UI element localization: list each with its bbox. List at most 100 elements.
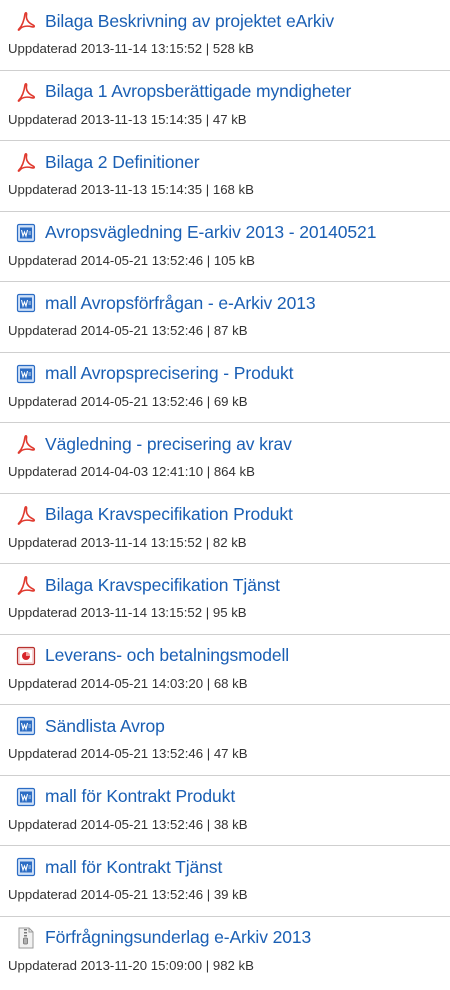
file-link[interactable]: Vägledning - precisering av krav [45, 434, 292, 455]
updated-prefix: Uppdaterad [8, 746, 77, 761]
meta-separator: | [206, 746, 211, 761]
zip-archive-icon[interactable] [15, 927, 37, 949]
updated-prefix: Uppdaterad [8, 464, 77, 479]
updated-prefix: Uppdaterad [8, 323, 77, 338]
file-size: 105 kB [213, 252, 255, 268]
file-link[interactable]: mall Avropsprecisering - Produkt [45, 363, 293, 384]
file-title-row: mall för Kontrakt Tjänst [4, 855, 450, 879]
meta-separator: | [206, 675, 211, 691]
file-link[interactable]: Bilaga Beskrivning av projektet eArkiv [45, 11, 334, 32]
pdf-icon[interactable] [15, 574, 37, 596]
pdf-icon[interactable] [15, 10, 37, 32]
file-meta: Uppdaterad 2014-05-21 13:52:46 | 87 kB [8, 323, 450, 338]
updated-timestamp: 2014-05-21 13:52:46 [80, 252, 204, 268]
file-size: 95 kB [212, 605, 247, 620]
pdf-icon[interactable] [15, 433, 37, 455]
word-doc-icon[interactable] [15, 292, 37, 314]
updated-prefix: Uppdaterad [8, 41, 77, 56]
file-size: 47 kB [212, 111, 247, 127]
file-title-row: Leverans- och betalningsmodell [4, 644, 450, 668]
file-meta: Uppdaterad 2014-05-21 13:52:46 | 105 kB [8, 253, 450, 268]
file-title-row: Sändlista Avrop [4, 714, 450, 738]
updated-prefix: Uppdaterad [8, 534, 77, 550]
file-meta: Uppdaterad 2014-05-21 13:52:46 | 38 kB [8, 817, 450, 832]
file-meta: Uppdaterad 2014-05-21 13:52:46 | 47 kB [8, 746, 450, 761]
meta-separator: | [205, 41, 210, 56]
updated-timestamp: 2013-11-14 13:15:52 [80, 41, 203, 56]
file-link[interactable]: Avropsvägledning E-arkiv 2013 - 20140521 [45, 222, 376, 243]
file-size: 82 kB [212, 534, 247, 550]
meta-separator: | [205, 605, 210, 620]
file-list-item: mall Avropsprecisering - Produkt Uppdater… [0, 353, 450, 423]
file-size: 39 kB [213, 887, 248, 902]
updated-prefix: Uppdaterad [8, 605, 77, 620]
file-size: 87 kB [213, 323, 248, 338]
file-size: 168 kB [212, 182, 254, 197]
word-doc-icon[interactable] [15, 222, 37, 244]
file-list-item: mall för Kontrakt Tjänst Uppdaterad 2014-… [0, 846, 450, 917]
file-link[interactable]: Bilaga 1 Avropsberättigade myndigheter [45, 81, 351, 102]
file-title-row: mall Avropsförfrågan - e-Arkiv 2013 [4, 291, 450, 315]
file-link[interactable]: mall Avropsförfrågan - e-Arkiv 2013 [45, 293, 316, 314]
file-title-row: mall Avropsprecisering - Produkt [4, 362, 450, 386]
file-title-row: Bilaga Beskrivning av projektet eArkiv [4, 9, 450, 33]
file-list-item: Vägledning - precisering av krav Uppdater… [0, 423, 450, 494]
updated-prefix: Uppdaterad [8, 182, 77, 197]
file-title-row: Bilaga 2 Definitioner [4, 150, 450, 174]
updated-timestamp: 2013-11-14 13:15:52 [80, 534, 203, 550]
file-meta: Uppdaterad 2014-04-03 12:41:10 | 864 kB [8, 464, 450, 479]
updated-prefix: Uppdaterad [8, 393, 77, 409]
file-link[interactable]: Leverans- och betalningsmodell [45, 645, 289, 666]
updated-timestamp: 2014-05-21 14:03:20 [80, 675, 204, 691]
pdf-icon[interactable] [15, 504, 37, 526]
file-size: 38 kB [213, 816, 248, 832]
file-meta: Uppdaterad 2014-05-21 14:03:20 | 68 kB [8, 676, 450, 691]
pdf-icon[interactable] [15, 151, 37, 173]
file-list-item: mall Avropsförfrågan - e-Arkiv 2013 Uppda… [0, 282, 450, 353]
powerpoint-icon[interactable] [15, 645, 37, 667]
file-list: Bilaga Beskrivning av projektet eArkiv Up… [0, 0, 450, 987]
file-link[interactable]: mall för Kontrakt Tjänst [45, 857, 222, 878]
file-list-item: mall för Kontrakt Produkt Uppdaterad 2014… [0, 776, 450, 846]
file-meta: Uppdaterad 2013-11-14 13:15:52 | 82 kB [8, 535, 450, 550]
updated-timestamp: 2013-11-13 15:14:35 [80, 111, 203, 127]
updated-prefix: Uppdaterad [8, 887, 77, 902]
file-link[interactable]: Bilaga Kravspecifikation Tjänst [45, 575, 280, 596]
file-size: 528 kB [212, 41, 254, 56]
file-title-row: mall för Kontrakt Produkt [4, 785, 450, 809]
pdf-icon[interactable] [15, 81, 37, 103]
file-list-item: Bilaga 2 Definitioner Uppdaterad 2013-11-… [0, 141, 450, 212]
file-meta: Uppdaterad 2013-11-13 15:14:35 | 47 kB [8, 112, 450, 127]
file-meta: Uppdaterad 2013-11-14 13:15:52 | 95 kB [8, 605, 450, 620]
file-link[interactable]: Förfrågningsunderlag e-Arkiv 2013 [45, 927, 311, 948]
file-list-item: Leverans- och betalningsmodell Uppdaterad… [0, 635, 450, 705]
file-size: 69 kB [213, 393, 248, 409]
file-size: 47 kB [213, 746, 248, 761]
file-title-row: Vägledning - precisering av krav [4, 432, 450, 456]
meta-separator: | [206, 252, 211, 268]
file-meta: Uppdaterad 2013-11-20 15:09:00 | 982 kB [8, 958, 450, 973]
file-meta: Uppdaterad 2014-05-21 13:52:46 | 39 kB [8, 887, 450, 902]
updated-timestamp: 2013-11-14 13:15:52 [80, 605, 203, 620]
updated-timestamp: 2014-04-03 12:41:10 [80, 464, 204, 479]
updated-timestamp: 2014-05-21 13:52:46 [80, 393, 204, 409]
word-doc-icon[interactable] [15, 715, 37, 737]
updated-timestamp: 2014-05-21 13:52:46 [80, 746, 204, 761]
file-link[interactable]: Bilaga 2 Definitioner [45, 152, 200, 173]
file-list-item: Bilaga Kravspecifikation Tjänst Uppdatera… [0, 564, 450, 635]
meta-separator: | [206, 464, 211, 479]
file-list-item: Bilaga Kravspecifikation Produkt Uppdater… [0, 494, 450, 564]
word-doc-icon[interactable] [15, 786, 37, 808]
file-link[interactable]: Bilaga Kravspecifikation Produkt [45, 504, 293, 525]
word-doc-icon[interactable] [15, 363, 37, 385]
file-list-item: Bilaga Beskrivning av projektet eArkiv Up… [0, 0, 450, 71]
updated-timestamp: 2014-05-21 13:52:46 [80, 887, 204, 902]
updated-prefix: Uppdaterad [8, 111, 77, 127]
file-link[interactable]: mall för Kontrakt Produkt [45, 786, 235, 807]
file-list-item: Bilaga 1 Avropsberättigade myndigheter Up… [0, 71, 450, 141]
word-doc-icon[interactable] [15, 856, 37, 878]
meta-separator: | [205, 111, 210, 127]
updated-prefix: Uppdaterad [8, 957, 77, 973]
file-link[interactable]: Sändlista Avrop [45, 716, 165, 737]
file-title-row: Förfrågningsunderlag e-Arkiv 2013 [4, 926, 450, 950]
